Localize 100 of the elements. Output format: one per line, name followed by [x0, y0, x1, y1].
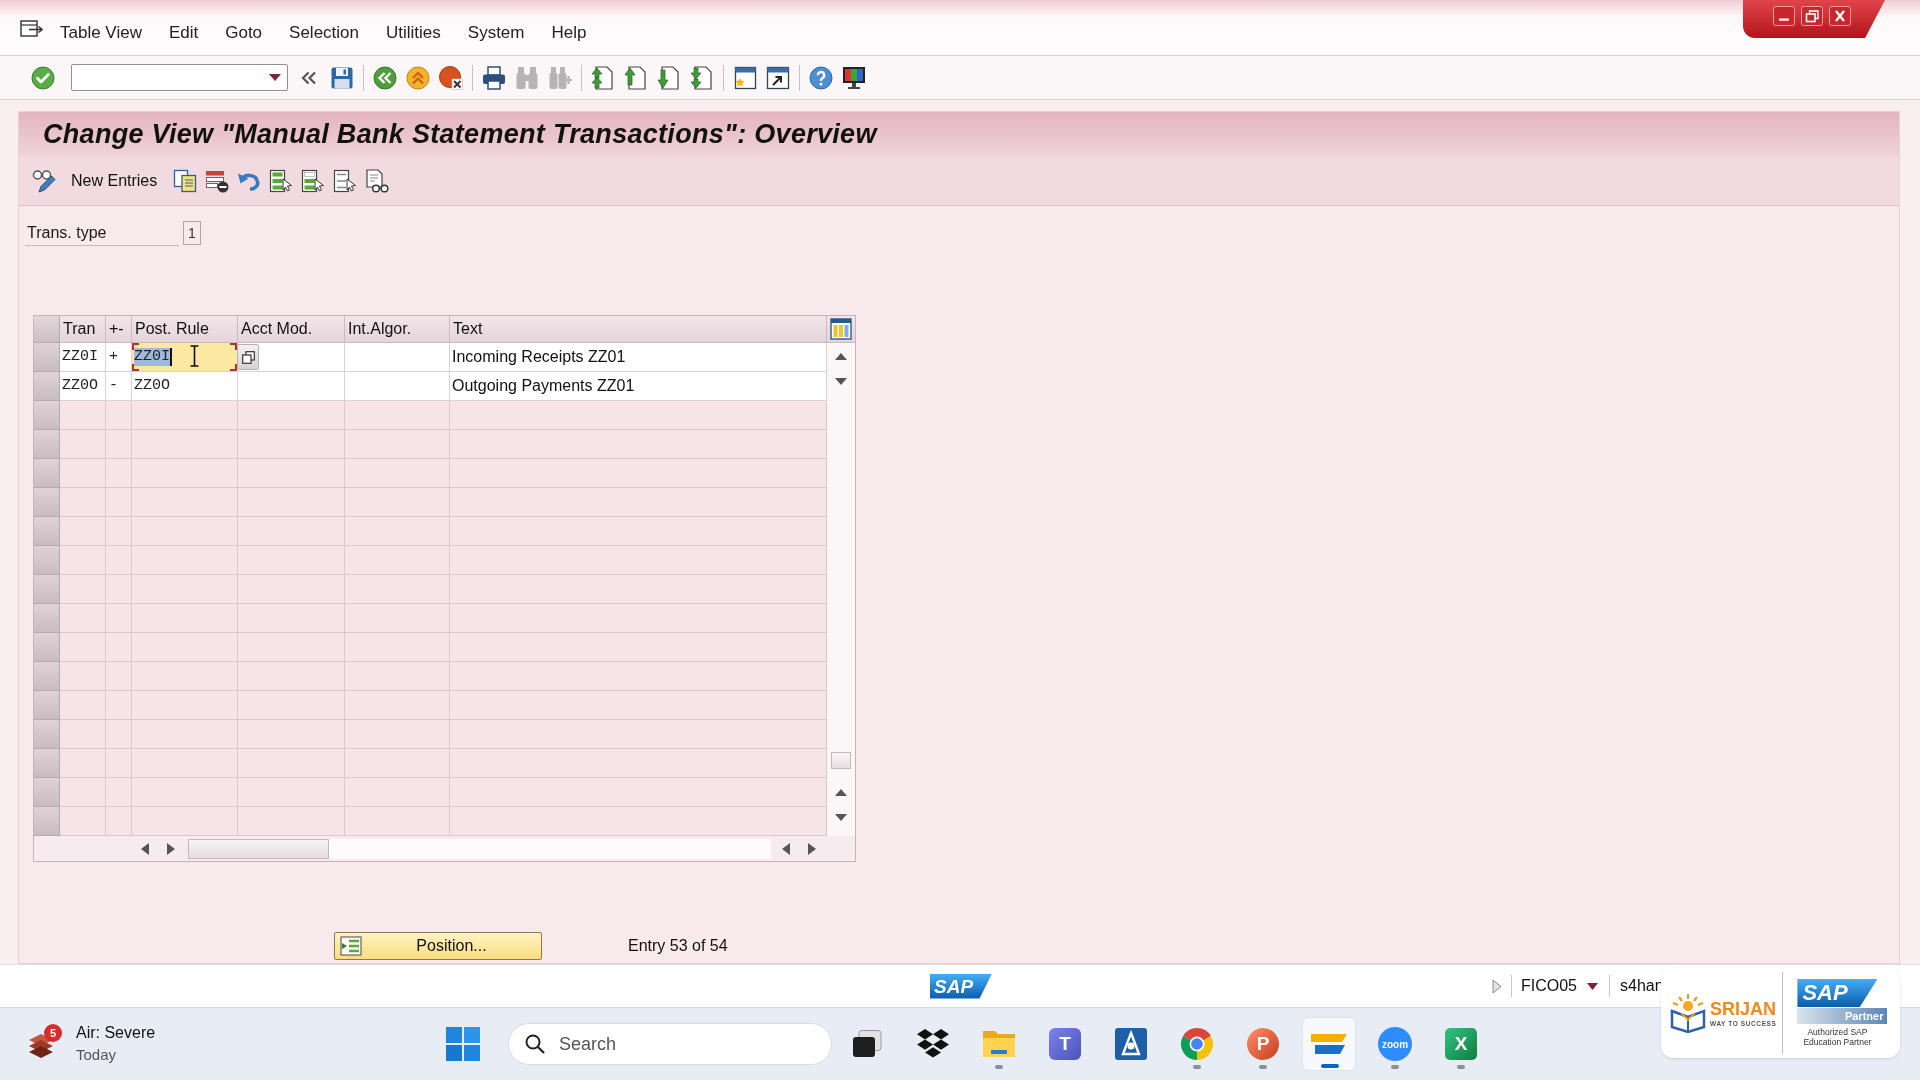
menu-item[interactable]: System [467, 24, 525, 41]
table-cell: - [106, 372, 132, 401]
logo: SAP [930, 973, 992, 999]
folder-icon [982, 1030, 1016, 1058]
scroll-down-icon[interactable] [835, 813, 847, 822]
table-cell [60, 546, 106, 575]
table-cell [106, 575, 132, 604]
partner-caption: Authorized SAP Education Partner [1802, 1027, 1873, 1047]
search-field[interactable]: Search [508, 1023, 832, 1065]
weather-widget[interactable]: 5 Air: Severe Today [26, 1018, 176, 1070]
column-header[interactable]: +- [106, 316, 132, 343]
scrollbar-thumb[interactable] [188, 838, 329, 859]
menu-item[interactable]: Edit [168, 24, 199, 41]
partner-label: Partner [1797, 1008, 1888, 1024]
restore-icon[interactable] [1801, 6, 1823, 26]
glasses-pencil-icon[interactable] [32, 168, 56, 193]
page-double-down-icon[interactable] [690, 65, 714, 90]
new-entries-button[interactable]: New Entries [71, 172, 158, 189]
scroll-right-icon[interactable] [166, 842, 176, 855]
window-menu-icon[interactable] [20, 18, 43, 39]
column-header[interactable]: Post. Rule [132, 316, 238, 343]
table-cell [60, 401, 106, 430]
page-double-up-icon[interactable] [591, 65, 615, 90]
page-up-icon[interactable] [624, 65, 648, 90]
save-icon[interactable] [330, 65, 354, 90]
scroll-left-icon[interactable] [781, 842, 791, 855]
delete-rows-icon[interactable] [205, 168, 230, 193]
partner-logo: SAP [1797, 979, 1878, 1007]
table-cell [106, 604, 132, 633]
table-cell [106, 778, 132, 807]
document-glasses-icon[interactable] [365, 168, 390, 193]
printer-icon[interactable] [482, 65, 506, 90]
minimize-icon[interactable] [1773, 6, 1795, 26]
weather-title: Air: Severe [76, 1023, 156, 1043]
page-down-icon[interactable] [657, 65, 681, 90]
scrollbar-thumb[interactable] [831, 752, 851, 769]
scroll-up-icon[interactable] [835, 352, 847, 361]
table-cell [60, 430, 106, 459]
menu-item[interactable]: Table View [60, 24, 142, 41]
scroll-down-icon[interactable] [835, 377, 847, 386]
notification-badge: 5 [44, 1024, 62, 1042]
table-cell [60, 662, 106, 691]
dropdown-caret-icon[interactable] [1587, 982, 1598, 990]
copy-icon[interactable] [173, 168, 198, 193]
cancel-icon[interactable] [439, 65, 463, 90]
table-cell [60, 517, 106, 546]
column-header[interactable]: Acct Mod. [238, 316, 345, 343]
system-name: FICO05 [1521, 976, 1577, 996]
double-chevron-up-icon[interactable] [406, 65, 430, 90]
command-field[interactable] [71, 64, 288, 91]
menu-item[interactable]: Utilities [386, 24, 441, 41]
table-cell [106, 517, 132, 546]
trans-type-field[interactable]: 1 [183, 221, 201, 245]
table-cell [106, 430, 132, 459]
table-cell: Outgoing Payments ZZ01 [450, 372, 827, 401]
table-cell [60, 575, 106, 604]
table-cell [106, 488, 132, 517]
letter-tile-icon: T [1049, 1028, 1081, 1060]
table-cell[interactable]: ZZ0O [132, 372, 237, 400]
book-sun-icon [1669, 992, 1707, 1034]
list-cursor-icon[interactable] [269, 168, 294, 193]
check-icon[interactable] [31, 65, 55, 90]
position-button[interactable]: Position... [334, 932, 542, 960]
table-columns-icon[interactable] [830, 318, 852, 340]
scroll-up-icon[interactable] [835, 788, 847, 797]
stacked-windows-icon [852, 1030, 882, 1058]
table-cell [106, 720, 132, 749]
empty-list-cursor-icon[interactable] [333, 168, 358, 193]
dropdown-caret-icon[interactable] [269, 74, 281, 81]
field-label: Trans. type [25, 220, 179, 246]
close-icon[interactable] [1829, 6, 1851, 26]
help-icon[interactable] [809, 65, 833, 90]
table-cell [106, 749, 132, 778]
table-cell [60, 778, 106, 807]
table-cell [106, 459, 132, 488]
menu-item[interactable]: Selection [289, 24, 359, 41]
column-header[interactable]: Text [450, 316, 827, 343]
table-cell [60, 749, 106, 778]
brand-name: SRIJAN [1710, 998, 1777, 1019]
back-icon[interactable] [373, 65, 397, 90]
scroll-right-icon[interactable] [807, 842, 817, 855]
column-header[interactable]: Int.Algor. [345, 316, 450, 343]
expand-triangle-icon[interactable] [1492, 978, 1502, 994]
menu-item[interactable]: Help [551, 24, 587, 41]
table-cell [60, 604, 106, 633]
scroll-left-icon[interactable] [140, 842, 150, 855]
overlapping-squares-icon [241, 350, 255, 364]
weather-subtitle: Today [76, 1045, 118, 1065]
monitor-icon[interactable] [842, 65, 866, 90]
list-block-cursor-icon[interactable] [301, 168, 326, 193]
table-cell [60, 459, 106, 488]
diamonds-icon [916, 1029, 950, 1059]
table-cell-field[interactable]: ZZ0I [132, 343, 237, 371]
table-cell [60, 720, 106, 749]
table-cell [106, 633, 132, 662]
column-header[interactable]: Tran [60, 316, 106, 343]
value-help-button[interactable] [237, 344, 259, 370]
taskbar-button[interactable]: T [1038, 1017, 1092, 1071]
table-cell [106, 691, 132, 720]
menu-item[interactable]: Goto [225, 24, 263, 41]
